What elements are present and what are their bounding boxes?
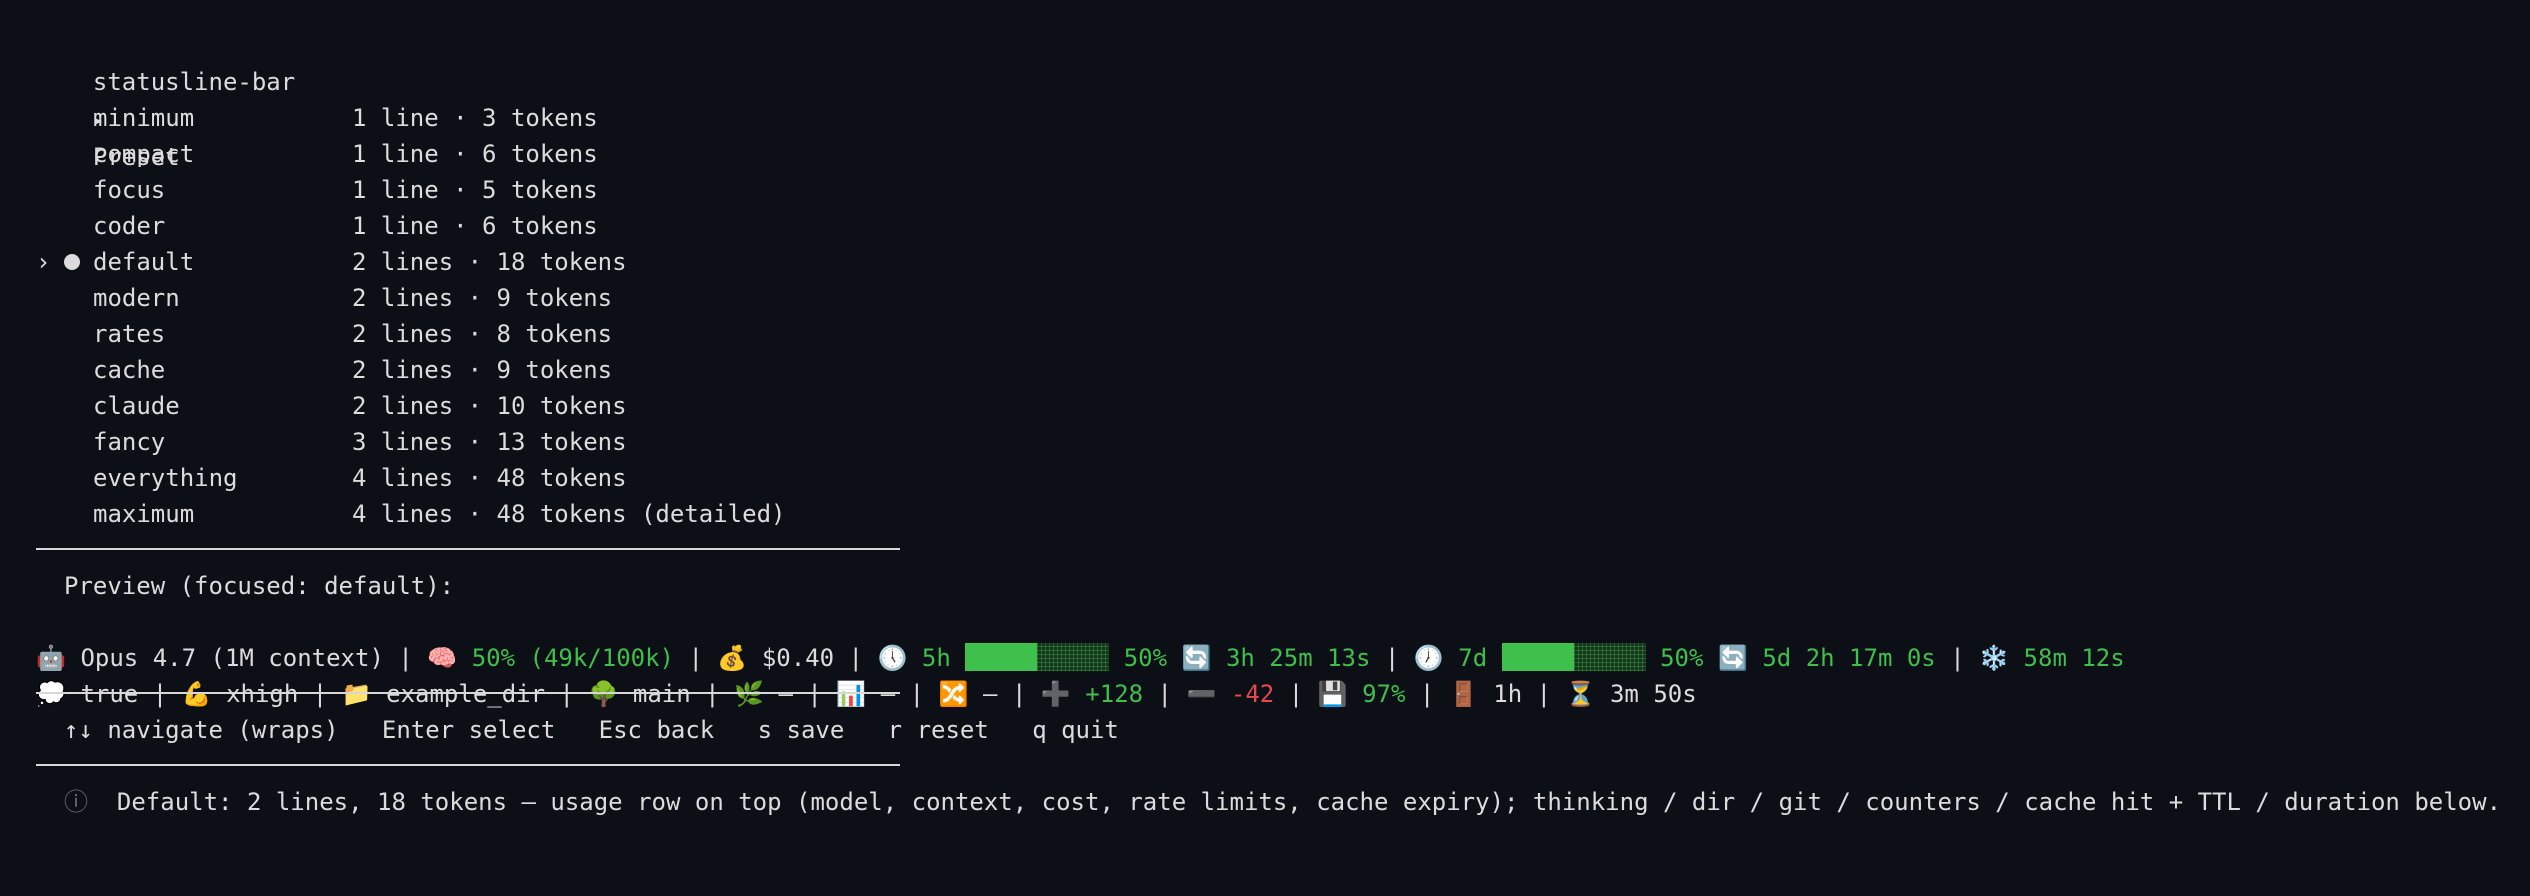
divider: |	[1419, 680, 1435, 708]
preset-name: modern	[93, 284, 180, 312]
refresh-icon: 🔄	[1717, 644, 1748, 672]
chart-value: —	[880, 680, 896, 708]
navigate-hint[interactable]: ↑↓ navigate (wraps)	[64, 716, 339, 744]
preset-description: 4 lines · 48 tokens (detailed)	[352, 500, 786, 528]
preview-line-1: 🤖 Opus 4.7 (1M context) | 🧠 50% (49k/100…	[36, 604, 2125, 672]
herb-icon: 🌿	[734, 680, 764, 708]
preset-item-focus[interactable]: focus 1 line · 5 tokens	[0, 172, 900, 208]
divider: |	[559, 680, 574, 708]
preset-description: 1 line · 5 tokens	[352, 176, 598, 204]
separator-middle	[36, 692, 900, 694]
preset-name: compact	[93, 140, 195, 168]
ttl-value: 1h	[1493, 680, 1523, 708]
duration-value: 3m 50s	[1609, 680, 1697, 708]
window-7d-reset: 5d 2h 17m 0s	[1762, 644, 1936, 672]
preset-name: maximum	[93, 500, 195, 528]
selection-cursor-icon: ›	[36, 248, 51, 276]
preset-name: everything	[93, 464, 238, 492]
directory-name: example_dir	[386, 680, 546, 708]
preset-item-rates[interactable]: rates 2 lines · 8 tokens	[0, 316, 900, 352]
divider: |	[705, 680, 720, 708]
shuffle-icon: 🔀	[938, 680, 969, 708]
floppy-disk-icon: 💾	[1317, 680, 1348, 708]
preview-heading: Preview (focused: default):	[64, 572, 455, 600]
info-line: ⓘ Default: 2 lines, 18 tokens — usage ro…	[64, 784, 2501, 820]
divider: |	[1288, 680, 1304, 708]
flexed-biceps-icon: 💪	[181, 680, 212, 708]
preset-description: 1 line · 3 tokens	[352, 104, 598, 132]
hourglass-icon: ⏳	[1565, 680, 1596, 708]
preset-item-compact[interactable]: compact 1 line · 6 tokens	[0, 136, 900, 172]
save-hint[interactable]: s save	[758, 716, 845, 744]
herb-value: —	[778, 680, 793, 708]
cache-hit: 97%	[1362, 680, 1406, 708]
separator-bottom	[36, 764, 900, 766]
preset-description: 2 lines · 10 tokens	[352, 392, 627, 420]
divider: |	[1157, 680, 1172, 708]
preset-item-fancy[interactable]: fancy 3 lines · 13 tokens	[0, 424, 900, 460]
preset-item-everything[interactable]: everything 4 lines · 48 tokens	[0, 460, 900, 496]
preset-description: 1 line · 6 tokens	[352, 212, 598, 240]
preset-item-modern[interactable]: modern 2 lines · 9 tokens	[0, 280, 900, 316]
back-hint[interactable]: Esc back	[599, 716, 715, 744]
effort-value: xhigh	[226, 680, 299, 708]
thought-bubble-icon: 💭	[36, 680, 66, 708]
preset-description: 2 lines · 9 tokens	[352, 356, 613, 384]
divider: |	[807, 680, 822, 708]
preset-name: claude	[93, 392, 180, 420]
quit-hint[interactable]: q quit	[1032, 716, 1119, 744]
preset-description: 2 lines · 8 tokens	[352, 320, 613, 348]
folder-icon: 📁	[341, 680, 372, 708]
divider: |	[1011, 680, 1027, 708]
cache-ttl: 58m 12s	[2023, 644, 2125, 672]
active-dot-icon	[64, 254, 80, 270]
bar-chart-icon: 📊	[836, 680, 867, 708]
git-branch: main	[632, 680, 691, 708]
preset-description: 2 lines · 18 tokens	[352, 248, 627, 276]
preset-item-claude[interactable]: claude 2 lines · 10 tokens	[0, 388, 900, 424]
preset-item-minimum[interactable]: minimum 1 line · 3 tokens	[0, 100, 900, 136]
divider: |	[152, 680, 168, 708]
preset-item-cache[interactable]: cache 2 lines · 9 tokens	[0, 352, 900, 388]
select-hint[interactable]: Enter select	[382, 716, 555, 744]
reset-hint[interactable]: r reset	[888, 716, 989, 744]
preset-description: 2 lines · 9 tokens	[352, 284, 613, 312]
preset-name: focus	[93, 176, 166, 204]
preset-description: 4 lines · 48 tokens	[352, 464, 627, 492]
key-hints: ↑↓ navigate (wraps) Enter select Esc bac…	[64, 712, 1119, 748]
divider: |	[909, 680, 925, 708]
shuffle-value: —	[983, 680, 998, 708]
info-icon: ⓘ	[64, 788, 88, 816]
preset-description: 3 lines · 13 tokens	[352, 428, 627, 456]
preset-name: rates	[93, 320, 166, 348]
preview-line-2: 💭 true | 💪 xhigh | 📁 example_dir | 🌳 mai…	[36, 640, 1697, 708]
preset-name: default	[93, 248, 195, 276]
minus-icon: ➖	[1186, 680, 1217, 708]
divider: |	[1950, 644, 1965, 672]
snowflake-icon: ❄️	[1979, 644, 2010, 672]
breadcrumb: statusline-bar ▸ Preset	[64, 28, 295, 171]
lines-added: +128	[1085, 680, 1144, 708]
divider: |	[312, 680, 328, 708]
preset-name: fancy	[93, 428, 166, 456]
breadcrumb-app: statusline-bar	[92, 68, 296, 96]
thinking-value: true	[80, 680, 139, 708]
plus-icon: ➕	[1040, 680, 1071, 708]
preset-item-coder[interactable]: coder 1 line · 6 tokens	[0, 208, 900, 244]
info-text: Default: 2 lines, 18 tokens — usage row …	[116, 788, 2502, 816]
tree-icon: 🌳	[588, 680, 619, 708]
door-icon: 🚪	[1448, 680, 1479, 708]
preset-name: coder	[93, 212, 166, 240]
preset-name: minimum	[93, 104, 195, 132]
preset-item-maximum[interactable]: maximum 4 lines · 48 tokens (detailed)	[0, 496, 900, 532]
divider: |	[1536, 680, 1552, 708]
preset-item-default[interactable]: › default 2 lines · 18 tokens	[0, 244, 900, 280]
lines-removed: -42	[1230, 680, 1275, 708]
preset-name: cache	[93, 356, 166, 384]
separator-top	[36, 548, 900, 550]
preset-description: 1 line · 6 tokens	[352, 140, 598, 168]
